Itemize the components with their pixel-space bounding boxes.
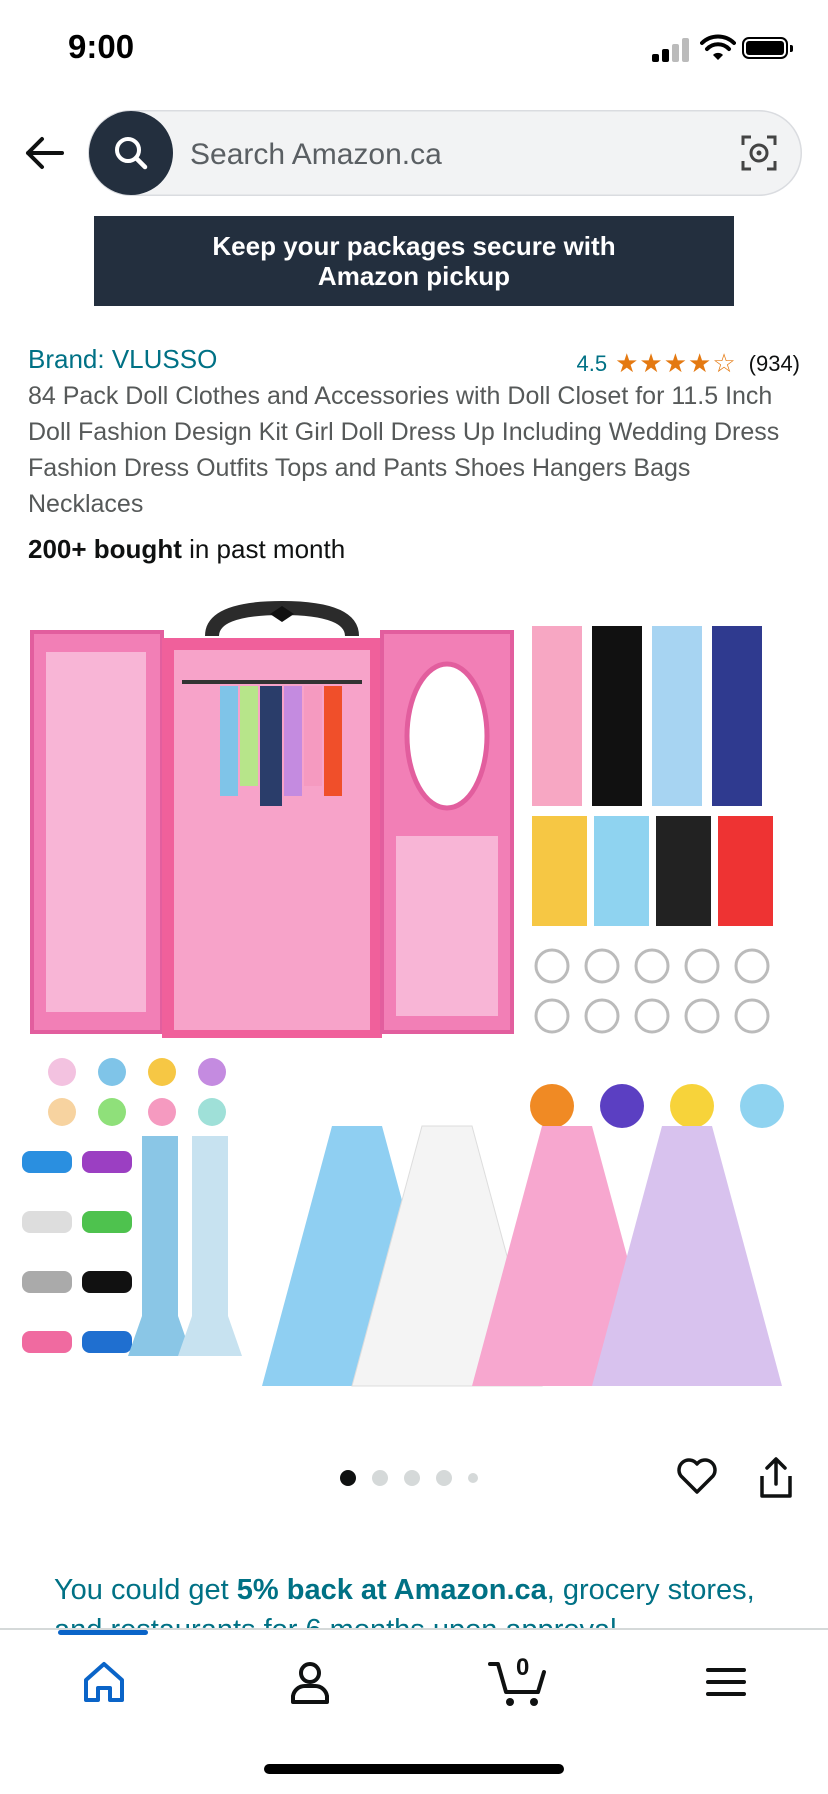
promo-bold: 5% back at Amazon.ca [236, 1574, 547, 1606]
cart-count: 0 [516, 1654, 530, 1681]
bought-rest: in past month [181, 534, 346, 564]
carousel-dot[interactable] [436, 1470, 452, 1486]
home-icon[interactable] [78, 1656, 130, 1708]
promo-banner[interactable]: Keep your packages secure with Amazon pi… [94, 216, 734, 306]
review-count: (934) [748, 350, 800, 376]
cellular-signal-icon [652, 38, 690, 62]
status-time: 9:00 [68, 28, 135, 65]
wifi-icon [700, 34, 736, 60]
bought-count: 200+ bought in past month [28, 534, 345, 565]
star-rating-icon: ★★★★☆ [615, 348, 737, 378]
share-icon[interactable] [756, 1456, 796, 1500]
back-arrow-icon[interactable] [22, 130, 68, 176]
carousel-dot[interactable] [372, 1470, 388, 1486]
camera-lens-icon[interactable] [740, 134, 778, 172]
rating-value: 4.5 [576, 350, 608, 376]
search-row: Search Amazon.ca [0, 108, 828, 200]
promo-pre: You could get [54, 1574, 237, 1606]
banner-line-2: Amazon pickup [317, 261, 511, 291]
search-placeholder: Search Amazon.ca [190, 138, 442, 171]
status-bar: 9:00 [0, 0, 828, 100]
product-image[interactable] [22, 596, 808, 1390]
active-tab-indicator [58, 1630, 148, 1635]
cart-button[interactable]: 0 [488, 1654, 548, 1708]
heart-icon[interactable] [676, 1456, 718, 1496]
menu-icon[interactable] [700, 1656, 752, 1708]
carousel-dot[interactable] [404, 1470, 420, 1486]
carousel-dot[interactable] [340, 1470, 356, 1486]
search-input[interactable]: Search Amazon.ca [88, 110, 802, 196]
brand-link[interactable]: Brand: VLUSSO [28, 344, 217, 375]
bought-bold: 200+ bought [28, 534, 182, 564]
carousel-dot[interactable] [468, 1473, 478, 1483]
rating-summary[interactable]: 4.5 ★★★★☆ (934) [577, 348, 801, 379]
search-button[interactable] [89, 111, 173, 195]
battery-icon [742, 37, 793, 59]
search-icon [115, 137, 148, 170]
home-indicator [264, 1764, 564, 1774]
banner-line-1: Keep your packages secure with [212, 231, 616, 261]
carousel-dots[interactable] [340, 1470, 478, 1486]
account-icon[interactable] [284, 1656, 336, 1708]
product-title: 84 Pack Doll Clothes and Accessories wit… [28, 382, 780, 518]
